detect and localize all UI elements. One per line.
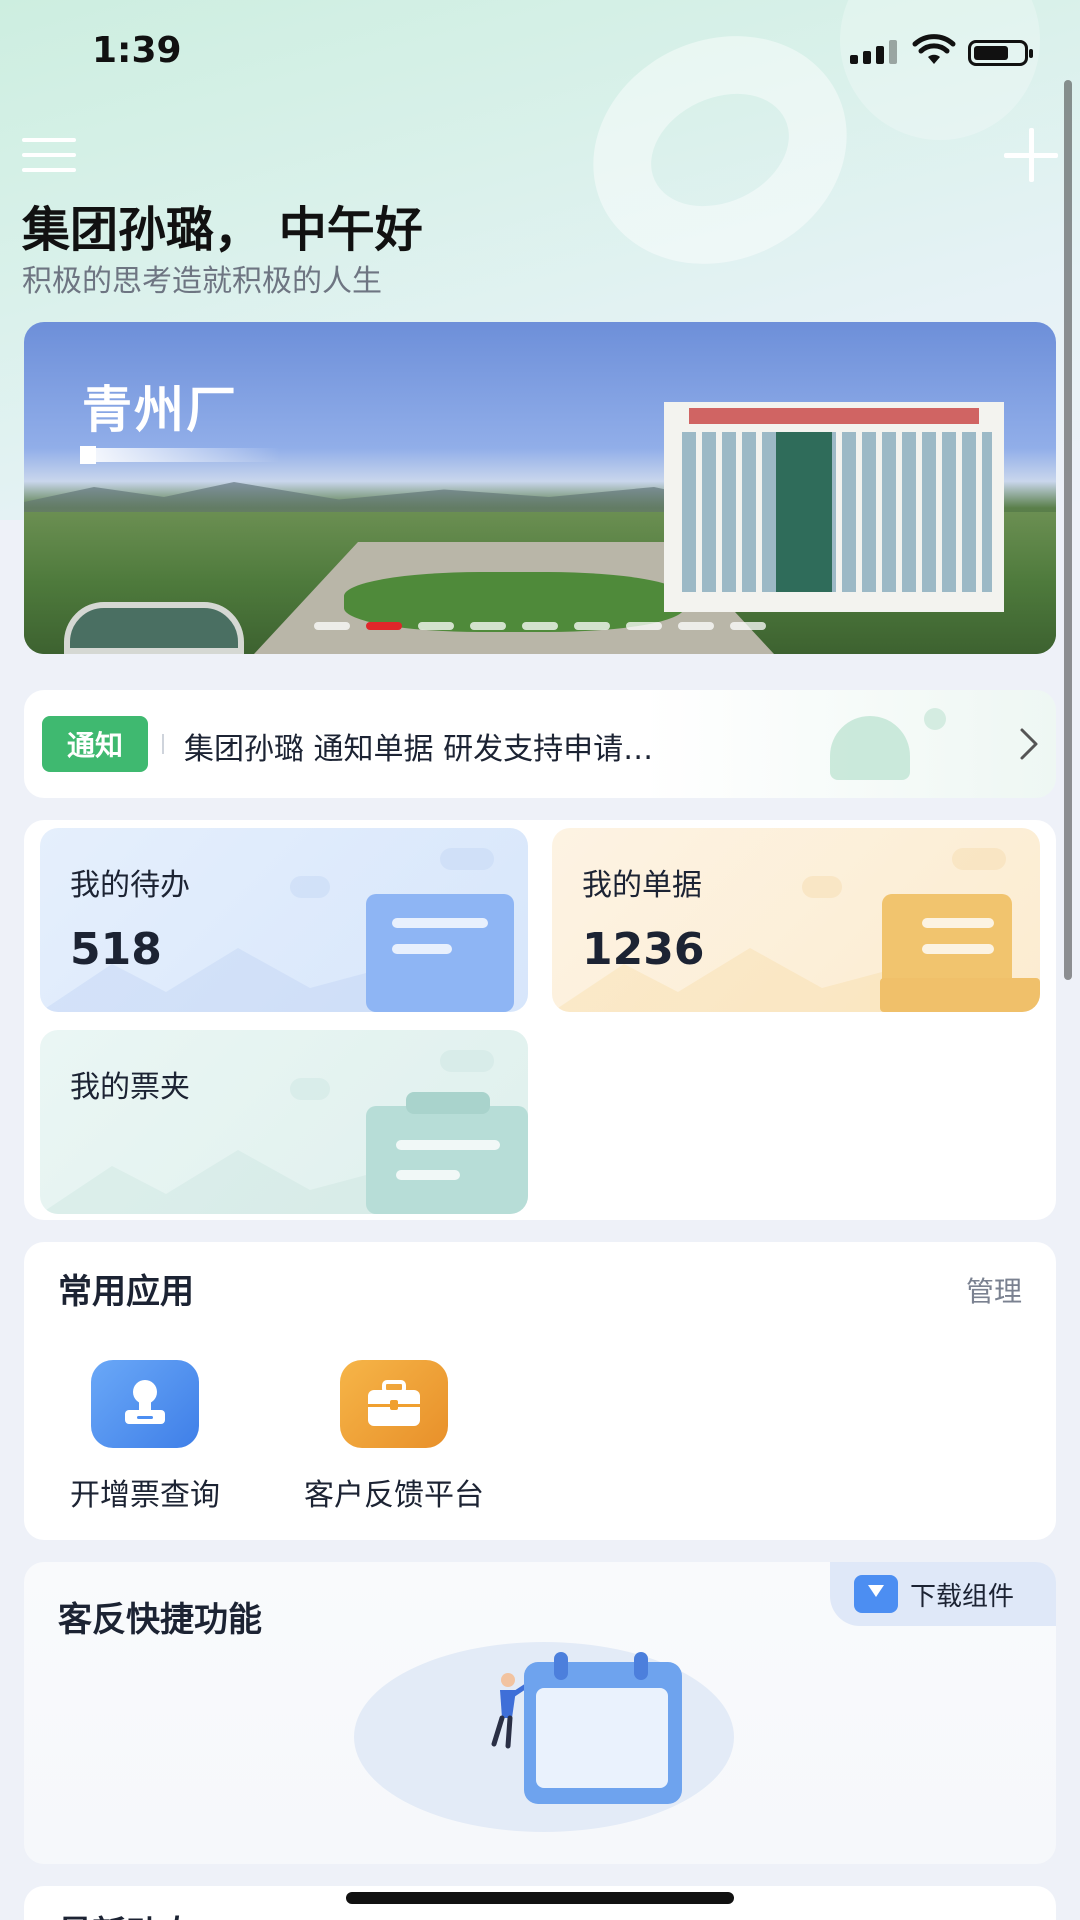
clipboard-clip (406, 1092, 490, 1114)
greeting-title: 集团孙璐， 中午好 (22, 202, 423, 258)
carousel-dot[interactable] (522, 622, 558, 630)
carousel-dot[interactable] (574, 622, 610, 630)
menu-icon[interactable] (22, 138, 76, 174)
common-apps-section: 常用应用 管理 开增票查询 客户反馈平台 (24, 1242, 1056, 1540)
receipt-tray (880, 978, 1040, 1012)
quick-functions-title: 客反快捷功能 (58, 1600, 262, 1640)
download-widget-button[interactable]: 下载组件 (830, 1562, 1056, 1626)
carousel-dot[interactable] (366, 622, 402, 630)
cloud-decoration (290, 1078, 330, 1100)
my-ticket-folder-card[interactable]: 我的票夹 (40, 1030, 528, 1214)
person-illustration-icon (491, 1673, 524, 1749)
chevron-right-icon[interactable] (1014, 724, 1044, 764)
cellular-signal-icon (850, 40, 897, 64)
carousel-dot[interactable] (314, 622, 350, 630)
calendar-page (536, 1688, 668, 1788)
receipt-icon (882, 894, 1012, 990)
carousel-dot[interactable] (470, 622, 506, 630)
wifi-icon (912, 34, 956, 64)
banner-building-sign (689, 408, 979, 424)
my-ticket-folder-label: 我的票夹 (70, 1070, 190, 1105)
scrollbar[interactable] (1064, 80, 1072, 980)
recent-updates-title: 最新动态 (58, 1906, 194, 1920)
receipt-line (922, 944, 994, 954)
download-widget-label: 下载组件 (910, 1581, 1015, 1612)
calendar-ring (554, 1652, 568, 1680)
my-todo-count: 518 (70, 924, 162, 975)
app-label: 客户反馈平台 (304, 1478, 484, 1513)
greeting-subtitle: 积极的思考造就积极的人生 (22, 264, 382, 299)
banner-carousel[interactable]: 青州厂 (24, 322, 1056, 654)
app-label: 开增票查询 (70, 1478, 220, 1513)
battery-icon (968, 40, 1033, 66)
stamp-icon (91, 1360, 199, 1448)
bubble-decoration (924, 708, 946, 730)
banner-title: 青州厂 (82, 381, 238, 439)
my-bills-label: 我的单据 (582, 868, 702, 903)
carousel-dot[interactable] (418, 622, 454, 630)
document-line (392, 944, 452, 954)
home-indicator[interactable] (346, 1892, 734, 1904)
banner-building-windows (676, 432, 992, 592)
receipt-line (922, 918, 994, 928)
cloud-decoration (290, 876, 330, 898)
carousel-indicators[interactable] (314, 622, 766, 630)
document-line (392, 918, 488, 928)
notice-bar[interactable]: 通知 集团孙璐 通知单据 研发支持申请… (24, 690, 1056, 798)
cloud-decoration (440, 848, 494, 870)
briefcase-icon (340, 1360, 448, 1448)
my-todo-card[interactable]: 我的待办 518 (40, 828, 528, 1012)
clipboard-line (396, 1170, 460, 1180)
status-bar: 1:39 (0, 0, 1080, 100)
notice-tag: 通知 (42, 716, 148, 772)
cloud-decoration (952, 848, 1006, 870)
add-icon[interactable] (1004, 128, 1058, 182)
cloud-decoration (440, 1050, 494, 1072)
banner-building-center (776, 432, 832, 592)
notice-text: 集团孙璐 通知单据 研发支持申请… (184, 732, 654, 767)
app-customer-feedback[interactable]: 客户反馈平台 (304, 1360, 484, 1514)
carousel-dot[interactable] (626, 622, 662, 630)
notice-divider (162, 734, 164, 754)
cloud-decoration (802, 876, 842, 898)
common-apps-title: 常用应用 (58, 1272, 194, 1312)
hill-decoration (40, 1150, 400, 1214)
stats-panel: 我的待办 518 我的单据 1236 我的票夹 (24, 820, 1056, 1220)
carousel-dot[interactable] (678, 622, 714, 630)
clipboard-line (396, 1140, 500, 1150)
quick-functions-section: 客反快捷功能 下载组件 (24, 1562, 1056, 1864)
banner-underline (80, 448, 280, 462)
status-time: 1:39 (92, 30, 182, 71)
calendar-ring (634, 1652, 648, 1680)
my-bills-card[interactable]: 我的单据 1236 (552, 828, 1040, 1012)
clipboard-icon (366, 1106, 528, 1214)
my-bills-count: 1236 (582, 924, 705, 975)
download-icon (854, 1575, 898, 1613)
bell-icon (830, 716, 910, 780)
app-invoice-query[interactable]: 开增票查询 (70, 1360, 220, 1514)
my-todo-label: 我的待办 (70, 868, 190, 903)
manage-link[interactable]: 管理 (966, 1270, 1022, 1310)
banner-pool (64, 602, 244, 654)
carousel-dot[interactable] (730, 622, 766, 630)
